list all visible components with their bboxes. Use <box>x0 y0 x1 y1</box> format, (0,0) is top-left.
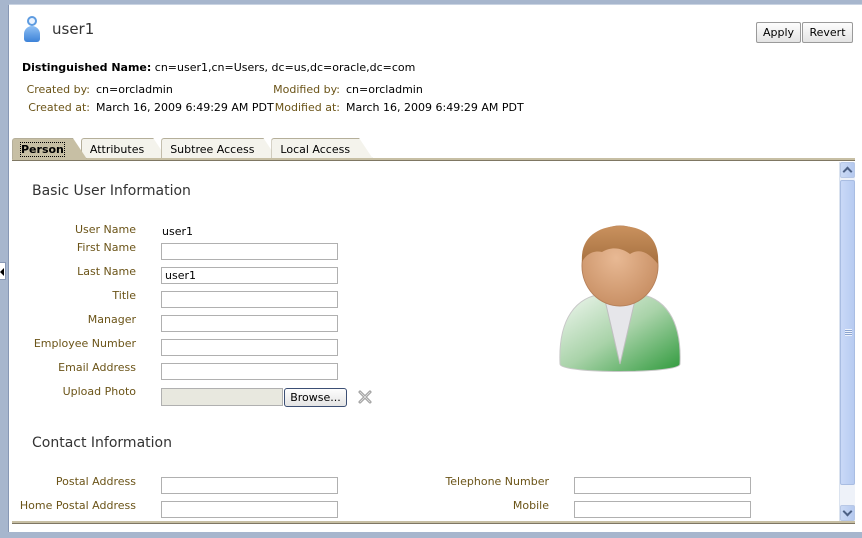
mobile-input[interactable] <box>574 501 751 518</box>
telephone-number-label: Telephone Number <box>445 475 549 488</box>
grip-icon <box>845 329 852 336</box>
section-basic-title: Basic User Information <box>32 183 191 199</box>
postal-address-input[interactable] <box>161 477 338 494</box>
tab-subtree-access[interactable]: Subtree Access <box>161 138 277 159</box>
home-postal-address-label: Home Postal Address <box>19 499 136 512</box>
created-at-value: March 16, 2009 6:49:29 AM PDT <box>96 101 274 114</box>
dn-label: Distinguished Name: <box>22 61 152 74</box>
section-contact-title: Contact Information <box>32 435 172 451</box>
user-name-value: user1 <box>162 225 193 238</box>
modified-at-value: March 16, 2009 6:49:29 AM PDT <box>346 101 524 114</box>
telephone-number-input[interactable] <box>574 477 751 494</box>
distinguished-name: Distinguished Name: cn=user1,cn=Users, d… <box>22 61 415 74</box>
revert-button[interactable]: Revert <box>802 22 853 43</box>
page-title: user1 <box>52 20 95 38</box>
photo-file-path[interactable] <box>161 388 283 406</box>
tab-label: Attributes <box>89 143 145 156</box>
content-bottom-divider <box>12 521 855 524</box>
manager-label: Manager <box>87 313 136 326</box>
user-name-label: User Name <box>74 223 136 236</box>
page-header: user1 <box>22 16 94 42</box>
last-name-label: Last Name <box>77 265 136 278</box>
title-label: Title <box>112 289 136 302</box>
manager-input[interactable] <box>161 315 338 332</box>
tab-bar: Person Attributes Subtree Access Local A… <box>12 138 367 159</box>
employee-number-label: Employee Number <box>33 337 136 350</box>
person-avatar-icon <box>559 225 681 372</box>
postal-address-label: Postal Address <box>55 475 136 488</box>
mobile-label: Mobile <box>512 499 549 512</box>
employee-number-input[interactable] <box>161 339 338 356</box>
scroll-thumb[interactable] <box>840 180 855 485</box>
tab-attributes[interactable]: Attributes <box>81 138 167 159</box>
modified-by-value: cn=orcladmin <box>346 83 423 96</box>
tab-person[interactable]: Person <box>12 138 87 159</box>
scroll-down-button[interactable] <box>840 505 855 521</box>
modified-at-label: Modified at: <box>274 101 340 114</box>
first-name-label: First Name <box>76 241 136 254</box>
title-input[interactable] <box>161 291 338 308</box>
upload-photo-label: Upload Photo <box>62 385 136 398</box>
email-label: Email Address <box>58 361 136 374</box>
last-name-input[interactable] <box>161 267 338 284</box>
scroll-up-button[interactable] <box>840 162 855 178</box>
user-icon <box>22 16 42 42</box>
email-input[interactable] <box>161 363 338 380</box>
created-by-value: cn=orcladmin <box>96 83 173 96</box>
created-by-label: Created by: <box>26 83 90 96</box>
tab-label: Subtree Access <box>170 143 255 156</box>
tab-divider <box>12 158 855 161</box>
clear-photo-icon[interactable] <box>357 389 373 405</box>
tab-local-access[interactable]: Local Access <box>271 138 373 159</box>
browse-button[interactable]: Browse... <box>284 388 347 407</box>
home-postal-address-input[interactable] <box>161 501 338 518</box>
tab-label: Local Access <box>280 143 351 156</box>
modified-by-label: Modified by: <box>273 83 340 96</box>
tab-label: Person <box>21 143 64 156</box>
created-at-label: Created at: <box>28 101 90 114</box>
apply-button[interactable]: Apply <box>756 22 801 43</box>
vertical-scrollbar[interactable] <box>839 162 855 521</box>
dn-value: cn=user1,cn=Users, dc=us,dc=oracle,dc=co… <box>154 61 416 74</box>
first-name-input[interactable] <box>161 243 338 260</box>
